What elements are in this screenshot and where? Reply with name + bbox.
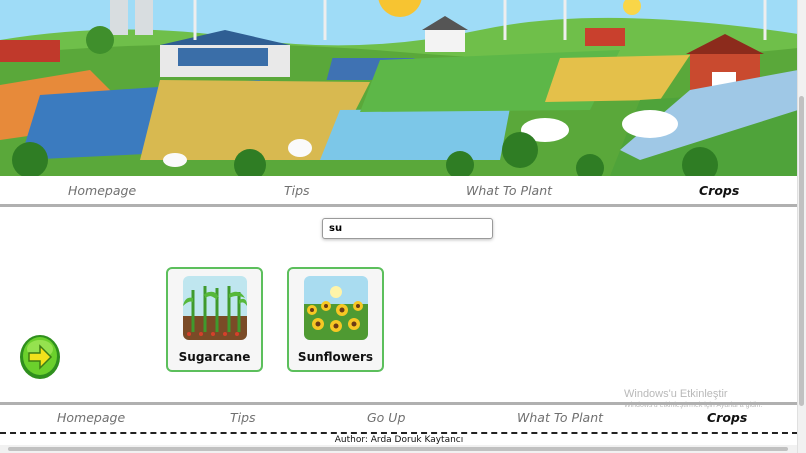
crop-card-label: Sugarcane bbox=[178, 350, 251, 364]
search-input[interactable] bbox=[322, 218, 493, 239]
watermark-title: Windows'u Etkinleştir bbox=[624, 388, 728, 400]
farm-banner-image bbox=[0, 0, 798, 176]
sunflowers-image bbox=[304, 276, 368, 340]
nav-tips[interactable]: Tips bbox=[230, 410, 256, 425]
nav-homepage[interactable]: Homepage bbox=[57, 410, 125, 425]
nav-what-to-plant[interactable]: What To Plant bbox=[466, 183, 552, 198]
next-arrow-icon[interactable] bbox=[19, 334, 61, 380]
vertical-scroll-thumb[interactable] bbox=[799, 96, 804, 406]
crop-card-label: Sunflowers bbox=[297, 350, 374, 364]
sugarcane-image bbox=[183, 276, 247, 340]
nav-crops[interactable]: Crops bbox=[699, 183, 739, 198]
nav-homepage[interactable]: Homepage bbox=[68, 183, 136, 198]
nav-crops[interactable]: Crops bbox=[707, 410, 747, 425]
author-text: Author: Arda Doruk Kaytancı bbox=[334, 435, 464, 445]
nav-go-up[interactable]: Go Up bbox=[367, 410, 405, 425]
nav-tips[interactable]: Tips bbox=[284, 183, 310, 198]
vertical-scrollbar[interactable] bbox=[797, 0, 806, 453]
horizontal-scroll-thumb[interactable] bbox=[8, 447, 788, 451]
crop-card-sugarcane[interactable]: Sugarcane bbox=[166, 267, 263, 372]
bottom-navigation: Homepage Tips Go Up What To Plant Crops bbox=[0, 402, 798, 433]
nav-what-to-plant[interactable]: What To Plant bbox=[517, 410, 603, 425]
top-navigation: Homepage Tips What To Plant Crops bbox=[0, 176, 798, 207]
horizontal-scrollbar[interactable] bbox=[0, 445, 798, 453]
footer-divider bbox=[0, 432, 798, 434]
crop-card-sunflowers[interactable]: Sunflowers bbox=[287, 267, 384, 372]
